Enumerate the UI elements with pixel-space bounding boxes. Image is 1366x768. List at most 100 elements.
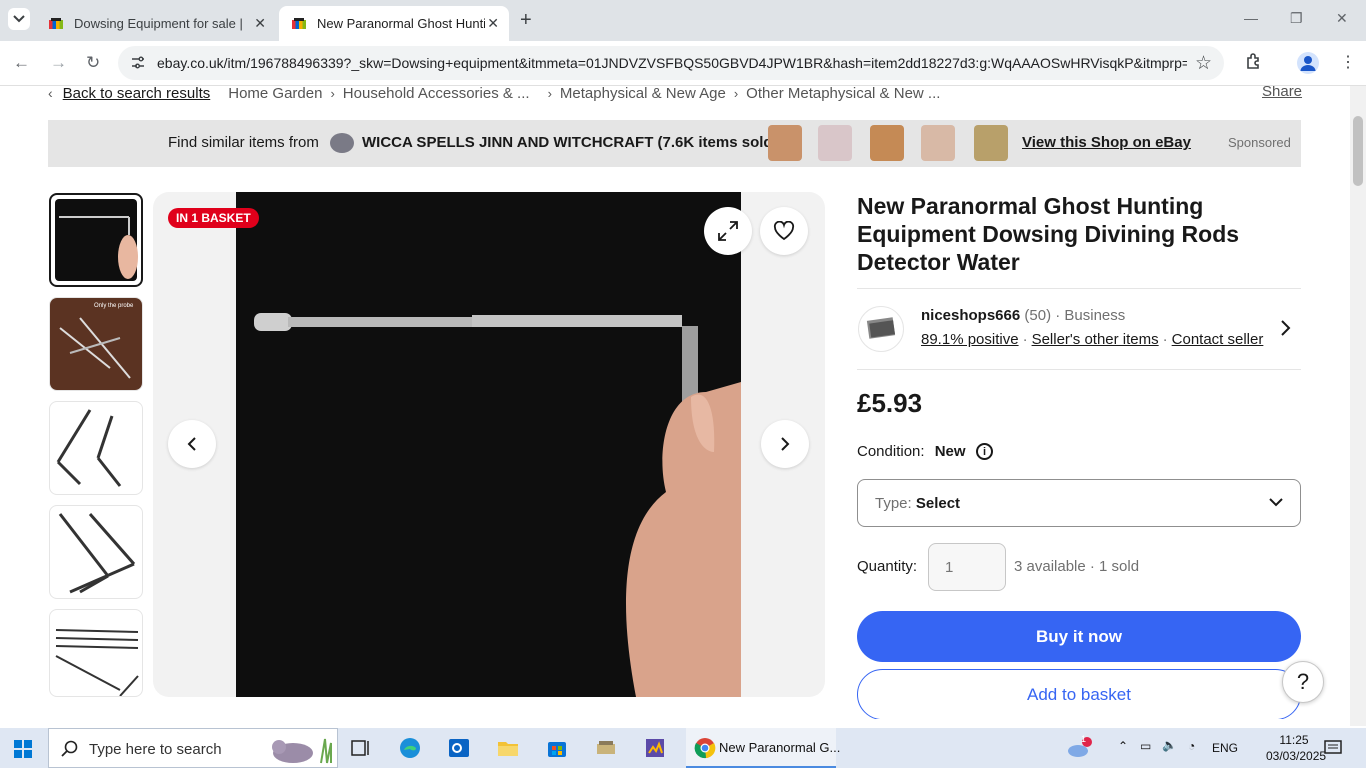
- edge-browser-icon[interactable]: [398, 736, 422, 760]
- breadcrumb-item[interactable]: Home Garden: [228, 86, 322, 102]
- file-explorer-icon[interactable]: [496, 736, 520, 760]
- back-to-search-link[interactable]: Back to search results: [63, 86, 211, 102]
- windows-taskbar: Type here to search New Paranormal G... …: [0, 728, 1366, 768]
- seller-name[interactable]: niceshops666: [921, 307, 1020, 324]
- chevron-left-icon: [187, 437, 196, 451]
- gallery-thumbnail[interactable]: [49, 609, 143, 697]
- page-scrollbar[interactable]: [1350, 86, 1366, 726]
- taskbar-search-placeholder: Type here to search: [89, 741, 222, 758]
- taskbar-clock[interactable]: 11:25 03/03/2025: [1266, 732, 1326, 764]
- gallery-thumbnail[interactable]: [49, 505, 143, 599]
- buy-it-now-button[interactable]: Buy it now: [857, 611, 1301, 662]
- seller-avatar[interactable]: [858, 306, 904, 352]
- gallery-thumbnail[interactable]: [49, 401, 143, 495]
- breadcrumb-item[interactable]: Other Metaphysical & New ...: [746, 86, 940, 102]
- windows-start-icon[interactable]: [14, 740, 32, 758]
- type-select-value: Select: [915, 495, 961, 512]
- weather-icon[interactable]: [1066, 736, 1094, 760]
- expand-icon: [718, 221, 738, 241]
- in-basket-badge: IN 1 BASKET: [168, 208, 259, 228]
- app-icon[interactable]: [594, 736, 618, 760]
- address-bar[interactable]: ebay.co.uk/itm/196788496339?_skw=Dowsing…: [118, 46, 1224, 80]
- tab-paranormal-ghost-hunting[interactable]: New Paranormal Ghost Hunting ✕: [279, 6, 509, 41]
- quantity-label: Quantity:: [857, 558, 918, 575]
- seller-info: niceshops666 (50) · Business: [921, 307, 1125, 324]
- item-title: New Paranormal Ghost Hunting Equipment D…: [857, 193, 1240, 275]
- banner-lead-text: Find similar items from: [168, 134, 319, 151]
- chevron-right-icon: [781, 437, 790, 451]
- volume-icon[interactable]: 🔈: [1162, 738, 1177, 752]
- banner-item-thumbnail[interactable]: [921, 125, 955, 161]
- chevron-right-icon: ›: [330, 86, 335, 101]
- seller-links: 89.1% positive · Seller's other items · Cont…: [921, 331, 1264, 348]
- taskbar-search-box[interactable]: Type here to search: [48, 728, 338, 768]
- chrome-taskbar-label: New Paranormal G...: [719, 740, 841, 755]
- close-window-icon[interactable]: ✕: [1336, 10, 1348, 27]
- tab-strip: Dowsing Equipment for sale | e ✕ New Par…: [0, 0, 1366, 41]
- divider: [857, 369, 1301, 370]
- info-icon[interactable]: i: [976, 443, 993, 460]
- tab-dowsing-equipment[interactable]: Dowsing Equipment for sale | e ✕: [36, 6, 276, 41]
- forward-arrow-icon[interactable]: →: [50, 53, 67, 73]
- microsoft-store-icon[interactable]: [545, 736, 569, 760]
- gallery-thumbnail[interactable]: Only the probe: [49, 297, 143, 391]
- bookmark-star-icon[interactable]: ☆: [1195, 52, 1212, 75]
- item-price: £5.93: [857, 388, 923, 418]
- network-icon[interactable]: ◔: [1188, 739, 1195, 753]
- extensions-icon[interactable]: [1245, 52, 1263, 75]
- ebay-favicon: [48, 16, 64, 32]
- search-icon: [61, 740, 78, 757]
- tab-search-dropdown[interactable]: [8, 8, 30, 30]
- next-image-button[interactable]: [761, 420, 809, 468]
- close-tab-icon[interactable]: ✕: [254, 15, 266, 32]
- outlook-icon[interactable]: [447, 736, 471, 760]
- shop-logo: [330, 133, 354, 153]
- shop-name[interactable]: WICCA SPELLS JINN AND WITCHCRAFT (7.6K i…: [362, 134, 778, 151]
- type-select[interactable]: Type: Select: [857, 479, 1301, 527]
- banner-item-thumbnail[interactable]: [974, 125, 1008, 161]
- chevron-down-icon: [13, 15, 25, 23]
- positive-feedback-link[interactable]: 89.1% positive: [921, 331, 1019, 348]
- add-to-basket-button[interactable]: Add to basket: [857, 669, 1301, 719]
- chrome-taskbar-button[interactable]: New Paranormal G...: [686, 728, 840, 768]
- gallery-thumbnail[interactable]: [49, 193, 143, 287]
- chevron-up-icon[interactable]: ⌃: [1118, 739, 1128, 753]
- scrollbar-thumb[interactable]: [1353, 116, 1363, 186]
- profile-avatar-icon[interactable]: [1297, 52, 1319, 74]
- reload-icon[interactable]: ↻: [86, 53, 100, 73]
- help-button[interactable]: ?: [1282, 661, 1324, 703]
- tab-title: Dowsing Equipment for sale | e: [74, 16, 244, 31]
- restore-icon[interactable]: ❐: [1290, 10, 1303, 27]
- notifications-icon[interactable]: [1323, 738, 1343, 758]
- breadcrumb-item[interactable]: Metaphysical & New Age: [560, 86, 726, 102]
- breadcrumb-item[interactable]: Household Accessories & ...: [343, 86, 530, 102]
- expand-image-button[interactable]: [704, 207, 752, 255]
- banner-item-thumbnail[interactable]: [768, 125, 802, 161]
- share-link[interactable]: Share: [1262, 86, 1302, 100]
- minimize-icon[interactable]: —: [1244, 10, 1258, 26]
- clock-time: 11:25: [1279, 733, 1309, 747]
- previous-image-button[interactable]: [168, 420, 216, 468]
- availability-text: 3 available · 1 sold: [1014, 558, 1140, 575]
- app-grid-icon[interactable]: [643, 736, 667, 760]
- seller-type: · Business: [1055, 307, 1126, 324]
- new-tab-icon[interactable]: +: [520, 9, 532, 32]
- back-arrow-icon[interactable]: ←: [13, 53, 30, 73]
- language-indicator[interactable]: ENG: [1212, 741, 1238, 755]
- browser-menu-icon[interactable]: ⋮: [1340, 52, 1356, 72]
- quantity-input[interactable]: [928, 543, 1006, 591]
- view-shop-link[interactable]: View this Shop on eBay: [1022, 134, 1191, 151]
- chevron-down-icon: [1268, 491, 1284, 512]
- site-info-icon[interactable]: [130, 55, 146, 71]
- contact-seller-link[interactable]: Contact seller: [1172, 331, 1264, 348]
- task-view-icon[interactable]: [349, 736, 373, 760]
- banner-item-thumbnail[interactable]: [818, 125, 852, 161]
- battery-icon[interactable]: ▭: [1140, 739, 1151, 753]
- chevron-right-icon[interactable]: [1279, 319, 1291, 342]
- close-tab-icon[interactable]: ✕: [487, 15, 499, 32]
- seller-other-items-link[interactable]: Seller's other items: [1032, 331, 1159, 348]
- product-main-image[interactable]: [236, 192, 741, 697]
- banner-item-thumbnail[interactable]: [870, 125, 904, 161]
- seller-feedback-count: (50): [1024, 307, 1052, 324]
- add-to-watchlist-button[interactable]: [760, 207, 808, 255]
